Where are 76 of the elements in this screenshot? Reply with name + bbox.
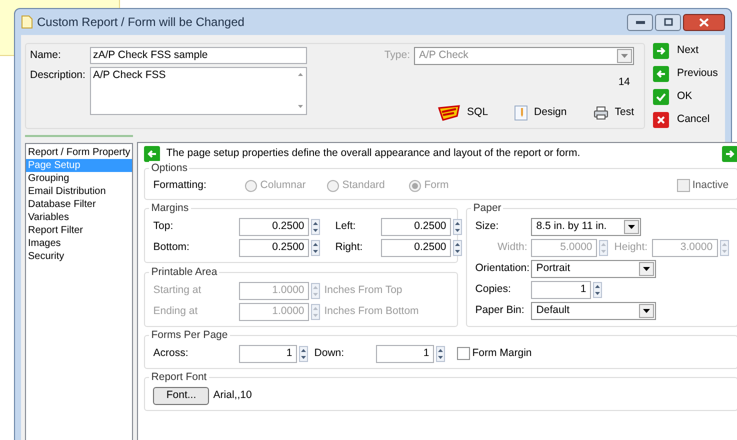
number-field[interactable]: 0.2500 <box>381 218 452 236</box>
field-label: Height: <box>614 240 648 255</box>
field-label: Ending at <box>153 304 199 319</box>
number-field[interactable]: 0.2500 <box>381 238 452 257</box>
spinner-icon[interactable] <box>311 240 320 256</box>
window-title: Custom Report / Form will be Changed <box>37 14 244 31</box>
action-button[interactable]: OK <box>653 89 718 105</box>
sidebar-item[interactable]: Email Distribution <box>26 185 132 198</box>
field-label: Right: <box>335 240 364 255</box>
maximize-icon <box>664 18 672 26</box>
sidebar-item[interactable]: Grouping <box>26 172 132 185</box>
spinner-icon[interactable] <box>436 346 446 362</box>
field-label: Width: <box>496 240 528 255</box>
spinner-icon[interactable] <box>311 218 320 235</box>
number-field[interactable]: 1 <box>531 280 592 299</box>
field-label: Type: <box>384 48 410 64</box>
font-value: Arial,,10 <box>213 388 252 403</box>
toolbar-button[interactable]: SQL <box>437 104 488 122</box>
group-title: Report Font <box>149 370 209 386</box>
font-button[interactable]: Font... <box>153 386 210 405</box>
unit-label: Inches From Bottom <box>324 304 419 319</box>
field-label: Across: <box>153 346 190 361</box>
sidebar-item[interactable]: Variables <box>26 211 132 224</box>
sidebar-item[interactable]: Report Filter <box>26 224 132 237</box>
minimize-button[interactable] <box>627 14 653 30</box>
document-icon <box>21 15 33 29</box>
spinner-icon[interactable] <box>593 282 602 298</box>
number-field[interactable]: 0.2500 <box>239 238 310 257</box>
sidebar-item[interactable]: Images <box>26 237 132 250</box>
field-label: Orientation: <box>475 260 531 276</box>
minimize-icon <box>636 20 644 24</box>
document-pencil-icon <box>514 105 528 121</box>
spinner-icon[interactable] <box>299 346 308 362</box>
maximize-button[interactable] <box>655 14 681 30</box>
number-field[interactable]: 1 <box>239 344 298 363</box>
name-field[interactable]: zA/P Check FSS sample <box>90 47 307 64</box>
field-label: Bottom: <box>153 240 190 255</box>
toolbar-button[interactable]: Design <box>514 105 567 121</box>
field-label: Left: <box>335 218 357 234</box>
spinner-icon[interactable] <box>453 240 462 256</box>
dropdown[interactable]: Portrait <box>531 260 656 278</box>
dropdown[interactable]: Default <box>531 302 656 320</box>
description-field[interactable]: A/P Check FSS <box>90 67 307 115</box>
action-button[interactable]: Cancel <box>653 112 718 128</box>
action-button[interactable]: Next <box>653 43 718 59</box>
panel-description: The page setup properties define the overall appearance and layout of the report or form. <box>166 146 580 162</box>
field-label: Down: <box>314 346 346 361</box>
group-title: Forms Per Page <box>149 328 230 344</box>
close-button[interactable] <box>683 14 725 30</box>
field-label: Formatting: <box>153 178 208 193</box>
field-label: Size: <box>475 218 500 234</box>
toolbar-button[interactable]: Test <box>592 105 634 121</box>
close-icon <box>653 112 669 128</box>
sidebar-item[interactable]: Database Filter <box>26 198 132 211</box>
field-label: Top: <box>153 218 174 234</box>
number-field[interactable]: 0.2500 <box>239 218 310 236</box>
field-label: Copies: <box>475 282 512 297</box>
group-title: Paper <box>471 200 504 216</box>
field-label: Name: <box>30 48 62 63</box>
group-title: Margins <box>149 200 191 216</box>
checkmark-icon <box>653 89 669 105</box>
record-count: 14 <box>618 75 630 90</box>
close-icon <box>699 18 709 26</box>
unit-label: Inches From Top <box>324 282 402 298</box>
field-label: Starting at <box>153 282 202 298</box>
sidebar-item[interactable]: Report / Form Property <box>26 146 132 159</box>
field-label: Paper Bin: <box>475 302 526 318</box>
action-button[interactable]: Previous <box>653 66 718 82</box>
checkbox[interactable]: Form Margin <box>457 346 532 362</box>
number-field[interactable]: 1 <box>376 344 434 363</box>
printer-icon <box>592 105 609 121</box>
field-label: Description: <box>30 68 86 83</box>
sql-logo-icon <box>437 104 462 122</box>
dropdown[interactable]: 8.5 in. by 11 in. <box>531 218 642 236</box>
spinner-icon[interactable] <box>453 218 462 235</box>
sidebar-item[interactable]: Security <box>26 250 132 263</box>
